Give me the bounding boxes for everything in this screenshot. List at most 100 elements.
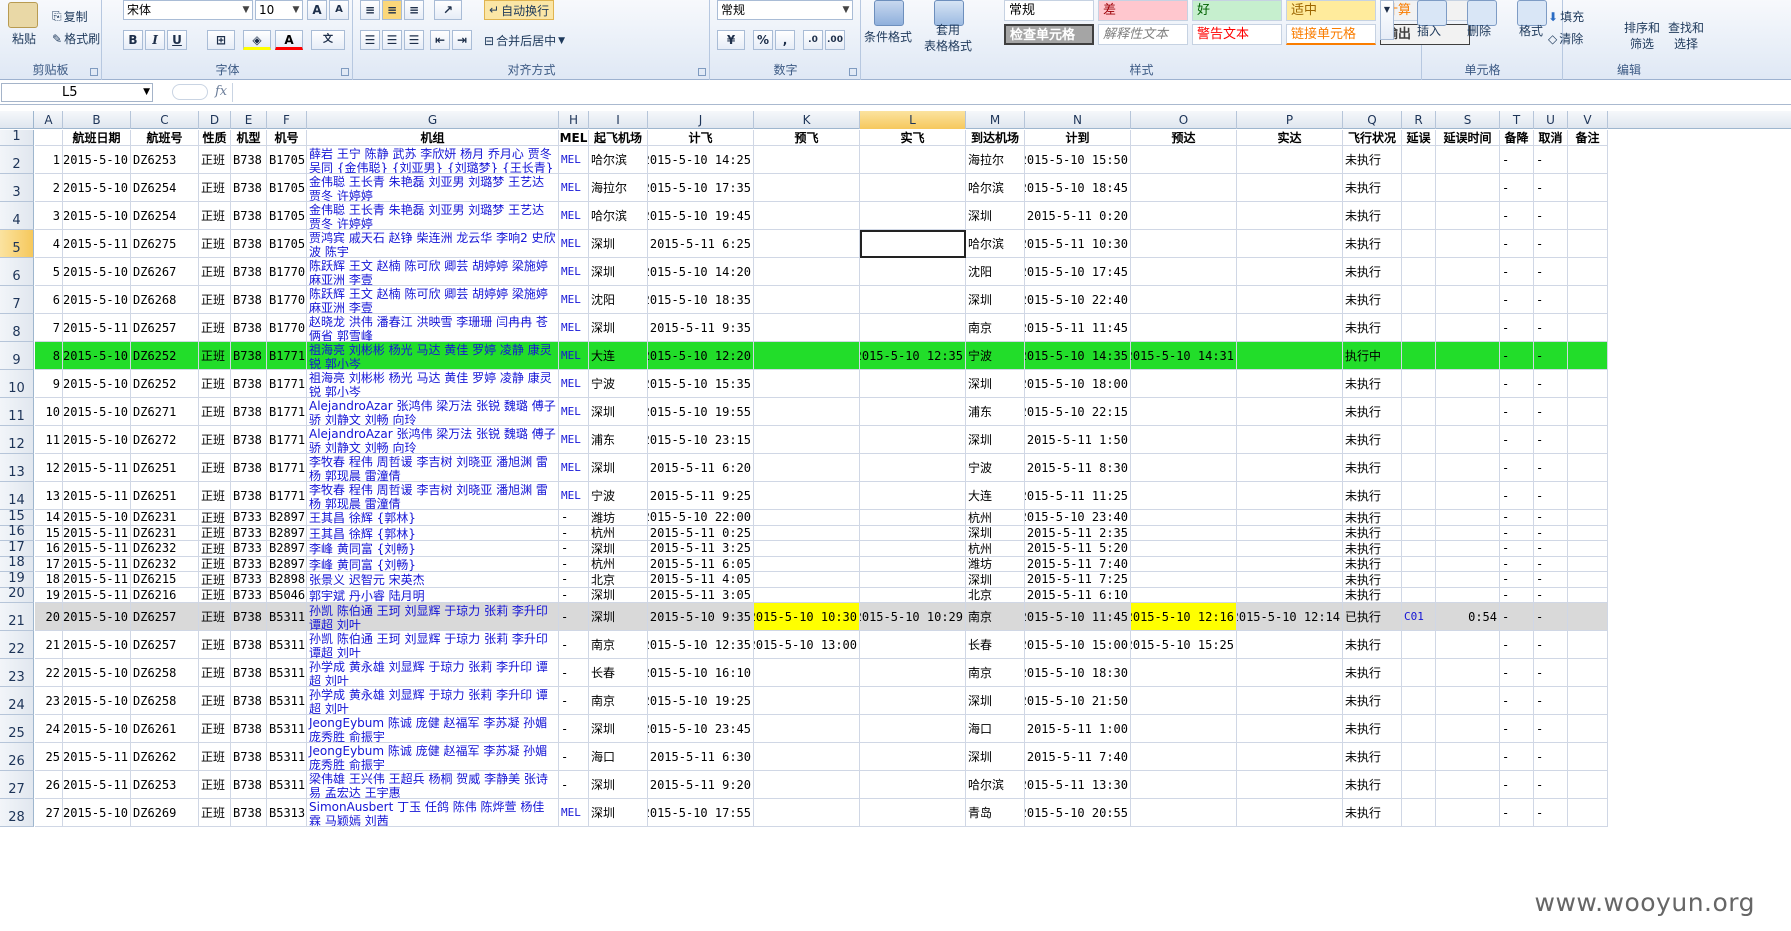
table-cell[interactable]: - (1500, 687, 1534, 715)
table-cell[interactable] (1568, 541, 1608, 557)
table-cell[interactable] (1402, 482, 1436, 510)
comma-button[interactable]: , (775, 30, 795, 50)
table-cell[interactable]: 17 (35, 556, 63, 572)
table-cell[interactable]: 深圳 (589, 541, 648, 557)
table-cell[interactable]: 2015-5-11 (63, 230, 131, 258)
table-cell[interactable]: B738 (231, 146, 267, 174)
table-cell[interactable]: 2015-5-11 6:20 (648, 454, 754, 482)
table-cell[interactable]: 2015-5-10 19:55 (648, 398, 754, 426)
decrease-decimal-button[interactable]: .00 (825, 30, 845, 50)
table-cell[interactable] (754, 426, 860, 454)
table-cell[interactable]: 2015-5-11 (63, 525, 131, 541)
table-cell[interactable]: 2015-5-10 (63, 398, 131, 426)
table-cell[interactable] (1237, 202, 1343, 230)
table-cell[interactable]: 2015-5-11 7:40 (1025, 743, 1131, 771)
table-cell[interactable]: - (1500, 525, 1534, 541)
row-header[interactable]: 5 (0, 230, 34, 258)
align-middle-button[interactable]: ≡ (382, 0, 402, 20)
table-cell[interactable] (1402, 174, 1436, 202)
cell-style-9[interactable]: 链接单元格 (1286, 24, 1376, 45)
table-cell[interactable]: 2015-5-10 12:16 (1131, 603, 1237, 631)
table-cell[interactable]: 2015-5-11 (63, 572, 131, 588)
table-cell[interactable]: 2015-5-11 6:25 (648, 230, 754, 258)
table-cell[interactable] (860, 230, 966, 258)
table-cell[interactable]: MEL (559, 482, 589, 510)
table-cell[interactable] (1237, 258, 1343, 286)
table-cell[interactable]: 梁伟雄 王兴伟 王超兵 杨桐 贺威 李静美 张诗易 孟宏达 王宇惠 (307, 771, 559, 799)
table-cell[interactable]: B738 (231, 314, 267, 342)
table-cell[interactable] (860, 370, 966, 398)
table-cell[interactable]: 0:54 (1436, 603, 1500, 631)
font-color-button[interactable]: A (275, 30, 303, 50)
worksheet-grid[interactable]: ABCDEFGHIJKLMNOPQRSTUV 1 航班日期 航班号 性质 机型 机号 机组 M… (0, 111, 1791, 931)
table-cell[interactable]: 2015-5-11 9:20 (648, 771, 754, 799)
table-cell[interactable]: MEL (559, 314, 589, 342)
table-cell[interactable] (1436, 715, 1500, 743)
table-cell[interactable]: 2015-5-11 6:30 (648, 743, 754, 771)
table-cell[interactable]: - (559, 572, 589, 588)
table-cell[interactable]: 深圳 (589, 587, 648, 603)
table-cell[interactable]: 南京 (966, 314, 1025, 342)
table-cell[interactable]: 孙凯 陈伯通 王珂 刘显辉 于琼力 张莉 李升印 谭超 刘叶 (307, 631, 559, 659)
table-cell[interactable]: 深圳 (966, 426, 1025, 454)
increase-decimal-button[interactable]: .0 (803, 30, 823, 50)
table-cell[interactable]: - (1534, 398, 1568, 426)
table-cell[interactable]: 2015-5-10 17:35 (648, 174, 754, 202)
table-cell[interactable]: B738 (231, 202, 267, 230)
table-cell[interactable] (1568, 659, 1608, 687)
table-cell[interactable]: 2015-5-10 (63, 715, 131, 743)
table-cell[interactable] (860, 426, 966, 454)
table-cell[interactable]: MEL (559, 342, 589, 370)
table-cell[interactable]: 陈跃辉 王文 赵楠 陈可欣 卿芸 胡婷婷 梁施婷 麻亚洲 李壹 (307, 258, 559, 286)
table-cell[interactable]: - (1500, 587, 1534, 603)
table-cell[interactable]: B1705 (267, 202, 307, 230)
currency-button[interactable]: ¥ (717, 30, 745, 50)
table-cell[interactable]: - (1534, 426, 1568, 454)
table-cell[interactable]: 宁波 (589, 370, 648, 398)
column-header-d[interactable]: D (199, 111, 231, 129)
table-cell[interactable] (1436, 426, 1500, 454)
select-all-corner[interactable] (0, 111, 34, 129)
table-cell[interactable]: DZ6257 (131, 314, 199, 342)
table-cell[interactable] (1402, 314, 1436, 342)
table-cell[interactable]: 正班 (199, 556, 231, 572)
table-cell[interactable] (1402, 370, 1436, 398)
table-cell[interactable] (1131, 541, 1237, 557)
table-cell[interactable]: DZ6253 (131, 771, 199, 799)
table-cell[interactable]: 2015-5-11 11:25 (1025, 482, 1131, 510)
table-cell[interactable]: DZ6231 (131, 510, 199, 526)
table-cell[interactable]: 正班 (199, 743, 231, 771)
table-cell[interactable]: 深圳 (589, 603, 648, 631)
table-cell[interactable]: 2015-5-10 11:45 (1025, 603, 1131, 631)
table-cell[interactable]: AlejandroAzar 张鸿伟 梁万法 张锐 魏璐 傅子骄 刘静文 刘畅 向… (307, 398, 559, 426)
table-cell[interactable] (1568, 342, 1608, 370)
table-cell[interactable]: - (1500, 370, 1534, 398)
table-cell[interactable]: - (1534, 631, 1568, 659)
table-cell[interactable]: 2015-5-10 14:35 (1025, 342, 1131, 370)
table-cell[interactable] (1402, 525, 1436, 541)
table-cell[interactable]: 11 (35, 426, 63, 454)
row-header[interactable]: 20 (0, 586, 34, 603)
table-cell[interactable] (860, 799, 966, 827)
table-cell[interactable] (1131, 482, 1237, 510)
table-cell[interactable]: B738 (231, 715, 267, 743)
table-cell[interactable]: B5311 (267, 743, 307, 771)
table-cell[interactable]: - (559, 510, 589, 526)
table-cell[interactable]: MEL (559, 398, 589, 426)
table-cell[interactable] (1131, 659, 1237, 687)
table-cell[interactable] (1131, 370, 1237, 398)
table-cell[interactable]: 2015-5-11 7:40 (1025, 556, 1131, 572)
table-cell[interactable]: - (1500, 230, 1534, 258)
table-cell[interactable]: DZ6257 (131, 603, 199, 631)
row-header[interactable]: 10 (0, 370, 34, 398)
align-center-button[interactable]: ☰ (382, 30, 402, 50)
table-cell[interactable]: MEL (559, 202, 589, 230)
table-cell[interactable]: DZ6253 (131, 146, 199, 174)
table-cell[interactable]: B1771 (267, 398, 307, 426)
table-cell[interactable] (1402, 743, 1436, 771)
column-title[interactable]: 机型 (231, 130, 267, 146)
table-cell[interactable]: 2015-5-10 18:30 (1025, 659, 1131, 687)
column-title[interactable]: 计到 (1025, 130, 1131, 146)
font-size-combo[interactable]: 10 ▼ (255, 0, 303, 20)
table-cell[interactable]: 正班 (199, 342, 231, 370)
